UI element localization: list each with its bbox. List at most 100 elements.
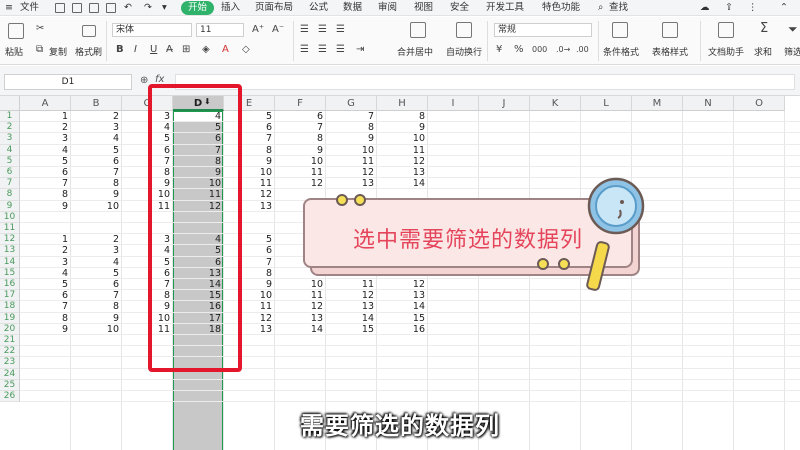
tab-review[interactable]: 审阅 [378,1,397,15]
cell-g16[interactable]: 11 [326,279,377,290]
cell-a18[interactable]: 7 [20,301,71,312]
cell-h5[interactable]: 12 [377,156,428,167]
cell-h19[interactable]: 15 [377,313,428,324]
currency-icon[interactable]: ¥ [496,44,502,56]
undo-icon[interactable]: ↶ [124,1,132,15]
percent-button[interactable]: % [514,44,524,56]
cell-a12[interactable]: 1 [20,234,71,245]
tab-page-layout[interactable]: 页面布局 [255,1,293,15]
copy-button[interactable]: 复制 [49,45,67,58]
tab-security[interactable]: 安全 [450,1,469,15]
cell-h2[interactable]: 9 [377,122,428,133]
tab-data[interactable]: 数据 [343,1,362,15]
cell-b19[interactable]: 9 [71,313,122,324]
wrap-text-icon[interactable] [456,22,472,38]
cell-b9[interactable]: 10 [71,201,122,212]
borders-icon[interactable]: ⊞ [182,44,190,56]
tab-home[interactable]: 开始 [181,1,215,15]
redo-icon[interactable]: ↷ [144,1,152,15]
doc-assistant-button[interactable]: 文档助手 [708,45,744,58]
name-box[interactable]: D1 [4,74,132,90]
zoom-icon[interactable]: ⊕ [140,75,148,86]
row-header[interactable]: 7 [0,178,20,190]
cell-f19[interactable]: 13 [275,313,326,324]
cell-a2[interactable]: 2 [20,122,71,133]
cell-g5[interactable]: 11 [326,156,377,167]
cell-a5[interactable]: 5 [20,156,71,167]
cell-a8[interactable]: 8 [20,189,71,200]
more-options-icon[interactable]: ⋮ [748,1,758,15]
cell-f4[interactable]: 9 [275,145,326,156]
filter-icon[interactable]: ⏷ [788,23,798,35]
share-icon[interactable]: ⇪ [725,1,733,15]
column-header-a[interactable]: A [20,96,71,111]
cell-h7[interactable]: 14 [377,178,428,189]
row-header[interactable]: 14 [0,256,20,268]
cell-a3[interactable]: 3 [20,133,71,144]
align-middle-icon[interactable]: ☰ [318,24,327,36]
cell-a13[interactable]: 2 [20,245,71,256]
cell-f6[interactable]: 11 [275,167,326,178]
row-header[interactable]: 23 [0,357,20,369]
cell-g4[interactable]: 10 [326,145,377,156]
cell-a17[interactable]: 6 [20,290,71,301]
column-header-g[interactable]: G [326,96,377,111]
row-header[interactable]: 21 [0,335,20,347]
row-header[interactable]: 22 [0,346,20,358]
row-header[interactable]: 1 [0,111,20,123]
cell-b1[interactable]: 2 [71,111,122,122]
cell-h16[interactable]: 12 [377,279,428,290]
format-painter-button[interactable]: 格式刷 [75,45,102,58]
print-icon[interactable] [89,3,99,13]
cell-b15[interactable]: 5 [71,268,122,279]
cell-g20[interactable]: 15 [326,324,377,335]
cell-h1[interactable]: 8 [377,111,428,122]
align-right-icon[interactable]: ☰ [336,44,345,56]
column-header-i[interactable]: I [428,96,479,111]
merge-center-icon[interactable] [410,22,426,38]
filter-button[interactable]: 筛选 [784,45,800,58]
cell-f18[interactable]: 12 [275,301,326,312]
cell-b17[interactable]: 7 [71,290,122,301]
cell-a16[interactable]: 5 [20,279,71,290]
align-left-icon[interactable]: ☰ [300,44,309,56]
underline-button[interactable]: U [150,44,157,56]
cell-h17[interactable]: 13 [377,290,428,301]
cell-b3[interactable]: 4 [71,133,122,144]
doc-assistant-icon[interactable] [718,22,734,38]
row-header[interactable]: 26 [0,391,20,403]
cell-b14[interactable]: 4 [71,257,122,268]
column-header-j[interactable]: J [479,96,530,111]
cell-b2[interactable]: 3 [71,122,122,133]
font-name-select[interactable]: 宋体 [112,23,192,37]
sum-icon[interactable]: Σ [760,22,768,35]
hamburger-icon[interactable]: ≡ [5,1,13,15]
cell-b7[interactable]: 8 [71,178,122,189]
cell-f1[interactable]: 6 [275,111,326,122]
align-center-icon[interactable]: ☰ [318,44,327,56]
save-icon[interactable] [55,3,65,13]
tab-formulas[interactable]: 公式 [309,1,328,15]
thousands-button[interactable]: 000 [532,44,547,56]
cell-b6[interactable]: 7 [71,167,122,178]
tab-special-features[interactable]: 特色功能 [542,1,580,15]
strikethrough-icon[interactable]: A̶ [166,44,173,56]
cell-a15[interactable]: 4 [20,268,71,279]
row-header[interactable]: 25 [0,379,20,391]
collapse-ribbon-icon[interactable]: ⌃ [780,1,788,15]
clear-format-icon[interactable]: ◇ [242,44,250,56]
cell-g17[interactable]: 12 [326,290,377,301]
row-header[interactable]: 4 [0,144,20,156]
row-header[interactable]: 10 [0,211,20,223]
quick-access-more-icon[interactable]: ▾ [162,1,167,15]
cell-h6[interactable]: 13 [377,167,428,178]
merge-center-button[interactable]: 合并居中 [397,45,433,58]
cell-a14[interactable]: 3 [20,257,71,268]
cell-b20[interactable]: 10 [71,324,122,335]
cell-a1[interactable]: 1 [20,111,71,122]
paste-icon[interactable] [8,23,24,39]
row-header[interactable]: 18 [0,301,20,313]
cell-b18[interactable]: 8 [71,301,122,312]
table-style-button[interactable]: 表格样式 [652,45,688,58]
bold-button[interactable]: B [116,44,124,56]
